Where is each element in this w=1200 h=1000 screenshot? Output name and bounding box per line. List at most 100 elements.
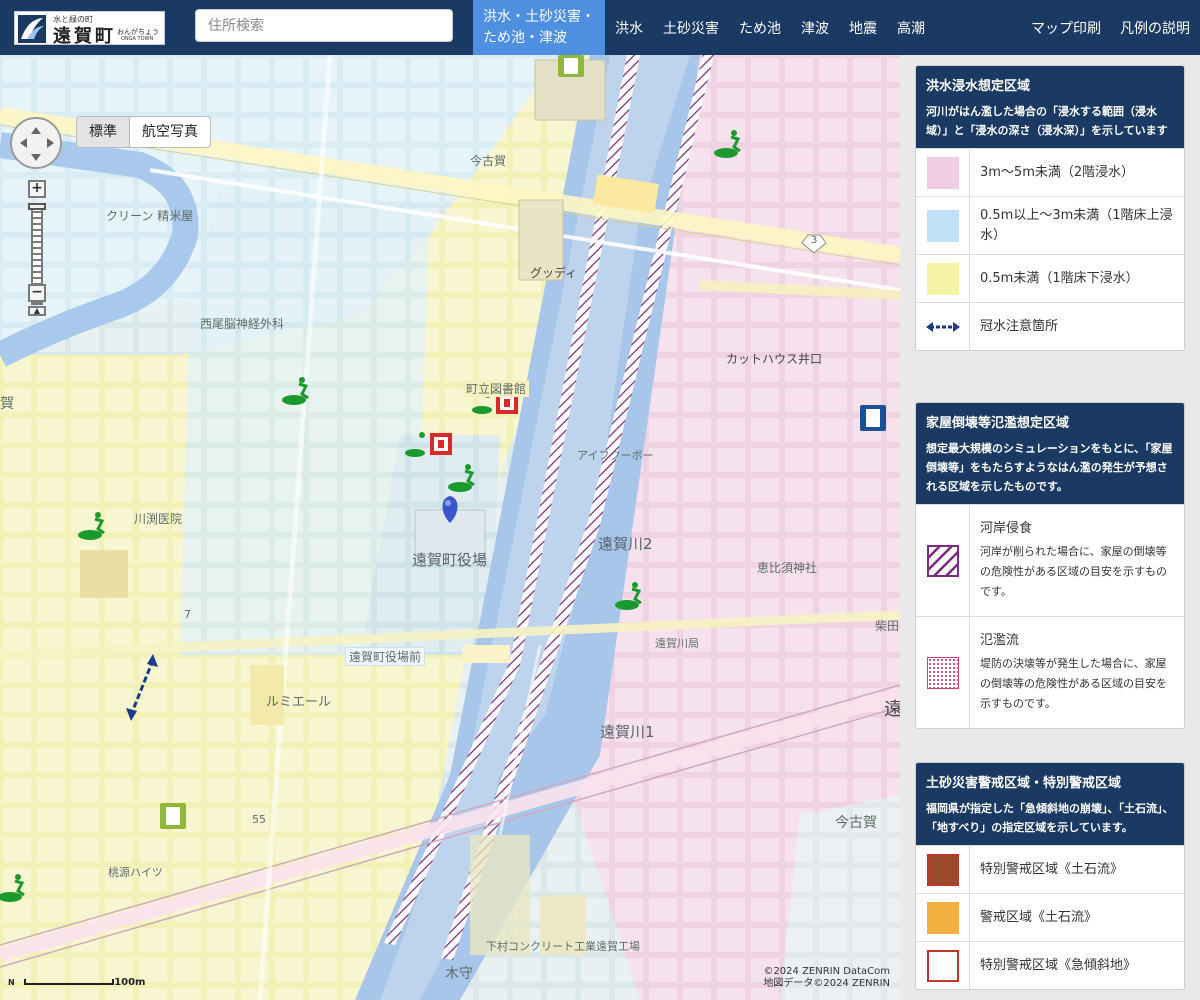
scale-bar: N 100m [8, 977, 145, 988]
legend-flood-title: 洪水浸水想定区域 [926, 79, 1031, 94]
swatch-debris-flow [926, 901, 959, 934]
legend-sediment-item: 特別警戒区域《急傾斜地》 [916, 941, 1184, 989]
legend-flood-desc: 河川がはん濫した場合の「浸水する範囲（浸水域）」と「浸水の深さ（浸水深）」を示し… [926, 105, 1168, 137]
label-town-hall: 遠賀町役場 [412, 551, 488, 569]
label-ongakawa-post: 遠賀川局 [655, 637, 699, 650]
label-kawabuchi-clinic: 川渕医院 [134, 512, 183, 526]
zoom-in-button[interactable]: + [28, 180, 46, 198]
legend-flood-item: 0.5m未満（1階床下浸水） [916, 254, 1184, 302]
legend-sediment-item: 特別警戒区域《土石流》 [916, 845, 1184, 893]
tab-flood[interactable]: 洪水 [615, 0, 643, 55]
map-canvas [0, 55, 900, 1000]
copyright-line-1: ©2024 ZENRIN DataCom [763, 966, 890, 977]
legend-sediment-desc: 福岡県が指定した「急傾斜地の崩壊」、「土石流」、「地すべり」の指定区域を示してい… [926, 802, 1174, 834]
legend-sediment-header: 土砂災害警戒区域・特別警戒区域 福岡県が指定した「急傾斜地の崩壊」、「土石流」、… [916, 763, 1184, 845]
swatch-under-05m [926, 262, 959, 295]
pan-down-icon[interactable] [31, 154, 41, 166]
legend-flood-header: 洪水浸水想定区域 河川がはん濫した場合の「浸水する範囲（浸水域）」と「浸水の深さ… [916, 66, 1184, 148]
pan-left-icon[interactable] [15, 138, 27, 148]
label-shibata: 柴田 [875, 619, 900, 633]
legend-help-button[interactable]: 凡例の説明 [1120, 0, 1190, 55]
legend-house-item: 河岸侵食 河岸が削られた場合に、家屋の倒壊等の危険性がある区域の目安を示すもので… [916, 504, 1184, 616]
zoom-out-button[interactable]: − [28, 284, 46, 302]
pan-control[interactable] [10, 117, 62, 169]
address-search-input[interactable] [195, 9, 453, 42]
legend-house-item-label: 氾濫流 [980, 633, 1020, 648]
tab-landslide[interactable]: 土砂災害 [663, 0, 719, 55]
swatch-3m-5m [926, 156, 959, 189]
label-route-55: 55 [252, 813, 266, 826]
basemap-standard-button[interactable]: 標準 [77, 117, 130, 147]
legend-flood-item-label: 0.5m未満（1階床下浸水） [980, 270, 1139, 286]
map-copyright: ©2024 ZENRIN DataCom 地図データ©2024 ZENRIN [763, 966, 890, 990]
label-kiseto-heights: 桃源ハイツ [108, 866, 163, 879]
swatch-special-debris-flow [926, 853, 959, 886]
north-label: N [8, 978, 15, 987]
tab-storm-surge[interactable]: 高潮 [897, 0, 925, 55]
town-logo[interactable]: 水と緑の町 遠賀町 おんがちょう ONGA TOWN [14, 11, 165, 47]
label-ongakawa-1: 遠賀川1 [600, 723, 655, 741]
pan-up-icon[interactable] [31, 122, 41, 134]
label-lumiere: ルミエール [266, 695, 332, 710]
label-cleaning-shop: クリーン 精米屋 [106, 209, 194, 223]
hazard-map[interactable]: 今古賀 クリーン 精米屋 グッディ 西尾脳神経外科 町立図書館 カットハウス井口… [0, 55, 900, 1000]
legend-sidebar: 洪水浸水想定区域 河川がはん濫した場合の「浸水する範囲（浸水域）」と「浸水の深さ… [900, 55, 1200, 1000]
legend-sediment-item-label: 特別警戒区域《急傾斜地》 [980, 957, 1137, 973]
legend-house-item-desc: 堤防の決壊等が発生した場合に、家屋の倒壊等の危険性がある区域の目安を示すものです… [980, 657, 1167, 710]
legend-house-header: 家屋倒壊等氾濫想定区域 想定最大規模のシミュレーションをもとに、「家屋倒壊等」を… [916, 403, 1184, 504]
legend-house-item-label: 河岸侵食 [980, 521, 1033, 536]
label-nishio-clinic: 西尾脳神経外科 [200, 317, 285, 331]
tab-all-hazards[interactable]: 洪水・土砂災害・ため池・津波 [473, 0, 605, 55]
legend-sediment-title: 土砂災害警戒区域・特別警戒区域 [926, 776, 1122, 791]
label-edge-on: 遠 [884, 699, 900, 720]
legend-sediment-item: 警戒区域《土石流》 [916, 893, 1184, 941]
legend-house-desc: 想定最大規模のシミュレーションをもとに、「家屋倒壊等」をもたらすようなはん濫の発… [926, 442, 1173, 493]
legend-flood-item: 3m～5m未満（2階浸水） [916, 148, 1184, 196]
legend-flood-item-label: 冠水注意箇所 [980, 318, 1059, 334]
zoom-min-button[interactable]: ▲ [28, 306, 46, 316]
tab-reservoir[interactable]: ため池 [739, 0, 781, 55]
label-ebisu-shrine: 恵比須神社 [757, 561, 818, 575]
copyright-line-2: 地図データ©2024 ZENRIN [763, 978, 890, 989]
bank-erosion-hatch-icon [926, 544, 959, 577]
label-kimori: 木守 [445, 966, 473, 982]
legend-flood-panel: 洪水浸水想定区域 河川がはん濫した場合の「浸水する範囲（浸水域）」と「浸水の深さ… [915, 65, 1185, 351]
legend-house-title: 家屋倒壊等氾濫想定区域 [926, 416, 1070, 431]
print-map-button[interactable]: マップ印刷 [1031, 0, 1101, 55]
basemap-aerial-button[interactable]: 航空写真 [130, 117, 210, 147]
tab-tsunami[interactable]: 津波 [801, 0, 829, 55]
swatch-special-steep-slope [926, 949, 959, 982]
zoom-slider-handle[interactable] [28, 203, 46, 210]
legend-flood-item: 0.5m以上～3m未満（1階床上浸水） [916, 196, 1184, 254]
legend-flood-item: 冠水注意箇所 [916, 302, 1184, 350]
label-imakoga-station: 今古賀 [470, 154, 507, 168]
label-library: 町立図書館 [463, 380, 530, 397]
scale-label: 100m [114, 977, 146, 988]
label-route-3: 3 [811, 235, 818, 246]
flood-flow-dot-icon [926, 656, 959, 689]
scale-bar-line [24, 979, 114, 985]
app-header: 水と緑の町 遠賀町 おんがちょう ONGA TOWN 洪水・土砂災害・ため池・津… [0, 0, 1200, 55]
label-town-hall-mae: 遠賀町役場前 [345, 647, 426, 666]
tab-earthquake[interactable]: 地震 [849, 0, 877, 55]
label-edge-ka: 賀 [0, 396, 14, 412]
pan-right-icon[interactable] [47, 138, 59, 148]
legend-house-item: 氾濫流 堤防の決壊等が発生した場合に、家屋の倒壊等の危険性がある区域の目安を示す… [916, 616, 1184, 728]
legend-sediment-panel: 土砂災害警戒区域・特別警戒区域 福岡県が指定した「急傾斜地の崩壊」、「土石流」、… [915, 762, 1185, 990]
label-ongakawa-2: 遠賀川2 [598, 535, 653, 553]
label-aifukubo: アイフクーボー [577, 449, 654, 462]
label-shimomura-factory: 下村コンクリート工業遠賀工場 [486, 940, 640, 953]
label-cut-house: カットハウス井口 [726, 352, 823, 366]
legend-house-collapse-panel: 家屋倒壊等氾濫想定区域 想定最大規模のシミュレーションをもとに、「家屋倒壊等」を… [915, 402, 1185, 729]
legend-house-item-desc: 河岸が削られた場合に、家屋の倒壊等の危険性がある区域の目安を示すものです。 [980, 545, 1167, 598]
swatch-05m-3m [926, 209, 959, 242]
basemap-switcher[interactable]: 標準 航空写真 [76, 116, 211, 148]
legend-flood-item-label: 0.5m以上～3m未満（1階床上浸水） [980, 207, 1173, 243]
legend-sediment-item-label: 特別警戒区域《土石流》 [980, 861, 1124, 877]
label-imakoga-area: 今古賀 [835, 815, 877, 831]
label-7: 7 [184, 608, 191, 621]
legend-flood-item-label: 3m～5m未満（2階浸水） [980, 164, 1135, 180]
logo-name: 遠賀町 [53, 26, 116, 47]
label-goody: グッディ [530, 266, 578, 280]
flood-caution-arrow-icon [925, 321, 960, 332]
